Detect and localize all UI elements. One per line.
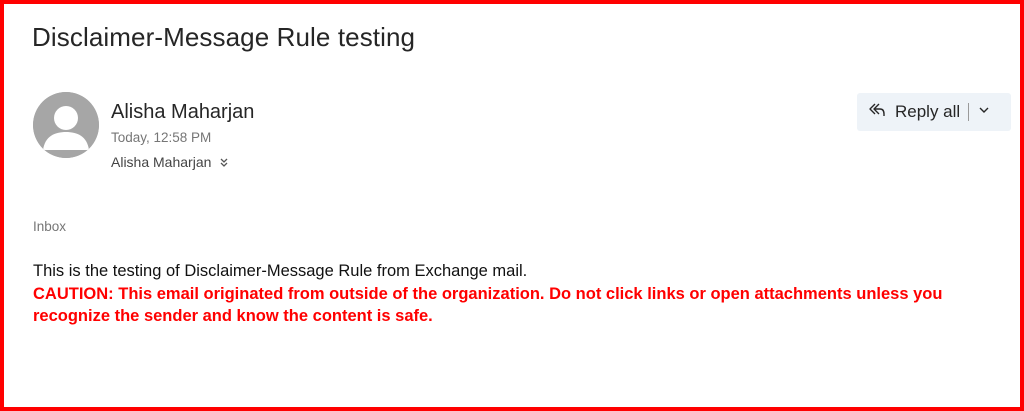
recipient-name[interactable]: Alisha Maharjan (111, 154, 211, 170)
caution-disclaimer: CAUTION: This email originated from outs… (33, 285, 943, 325)
chevron-down-icon (978, 103, 990, 121)
double-chevron-down-icon[interactable] (217, 155, 231, 169)
reply-options-dropdown[interactable] (969, 93, 999, 131)
person-icon (33, 92, 99, 158)
sender-name[interactable]: Alisha Maharjan (111, 101, 254, 124)
folder-label[interactable]: Inbox (33, 219, 66, 234)
body-text: This is the testing of Disclaimer-Messag… (33, 262, 528, 280)
recipient-row: Alisha Maharjan (111, 154, 231, 170)
email-body: This is the testing of Disclaimer-Messag… (33, 260, 1008, 327)
sender-avatar[interactable] (33, 92, 99, 158)
email-reading-pane: Disclaimer-Message Rule testing Alisha M… (0, 0, 1024, 411)
reply-all-icon (867, 100, 887, 125)
reply-all-group: Reply all (857, 93, 1011, 131)
email-subject: Disclaimer-Message Rule testing (32, 22, 416, 52)
email-timestamp: Today, 12:58 PM (111, 130, 212, 145)
reply-all-label: Reply all (895, 102, 961, 121)
reply-all-button[interactable]: Reply all (857, 93, 968, 131)
